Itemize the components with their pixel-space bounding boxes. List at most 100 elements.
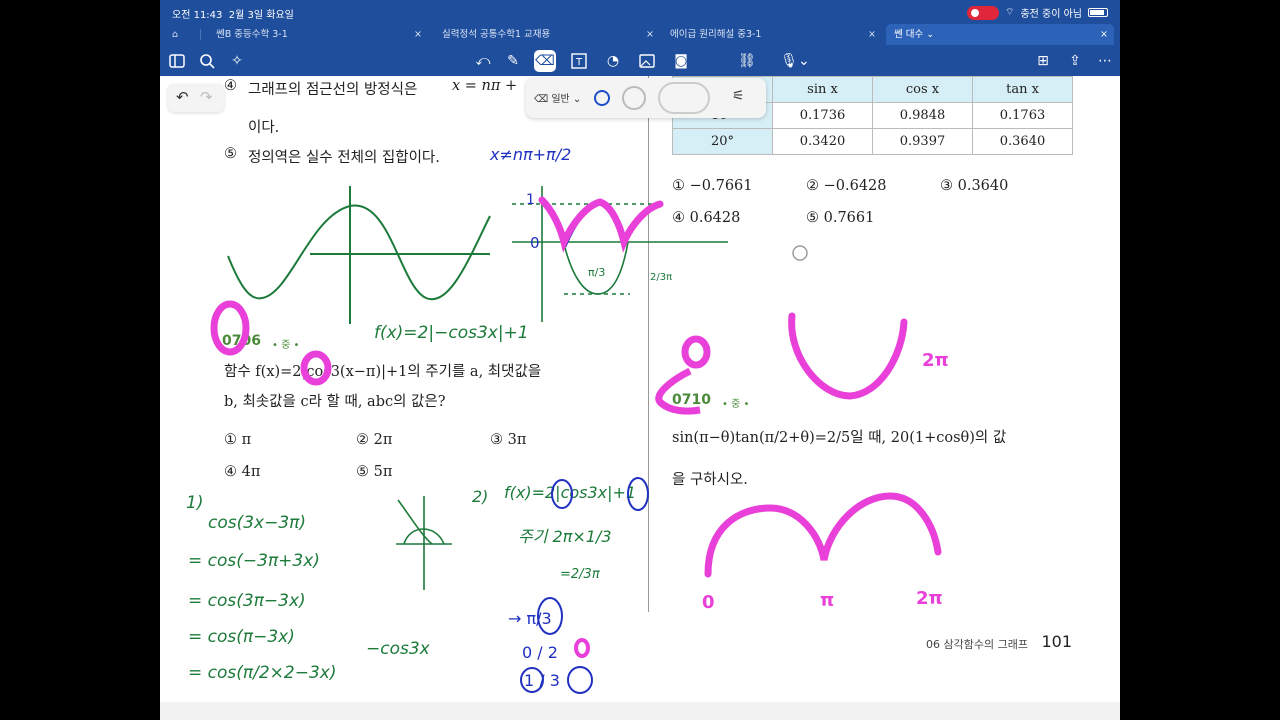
green-cosine-graph xyxy=(227,186,491,324)
toolbar: ✧ ⤺ ✎ ⌫ T ◔ ◙ ⛓ 🎙⌄ ⊞ ⇪ ⋯ xyxy=(160,45,1120,76)
ink-text: 2π xyxy=(916,588,943,609)
status-time-date: 오전 11:43 2월 3일 화요일 xyxy=(172,10,294,21)
pink-abs-graph xyxy=(538,196,664,253)
tab-bar: ⌂ 쎈B 중등수학 3-1 × 실력정석 공통수학1 교재용 × 에이급 원리해설 … xyxy=(160,24,1120,45)
size-medium-button[interactable] xyxy=(622,86,646,110)
question-text: b, 최솟값을 c라 할 때, abc의 값은? xyxy=(224,394,446,410)
add-page-icon[interactable]: ⊞ xyxy=(1032,50,1054,72)
ink-text: 2/3π xyxy=(650,272,672,283)
ink-text: 1) xyxy=(186,493,203,513)
more-icon[interactable]: ⋯ xyxy=(1094,50,1116,72)
pen-icon[interactable]: ✎ xyxy=(502,50,524,72)
ink-text: π xyxy=(820,590,834,611)
ink-text: = cos(π/2×2−3x) xyxy=(188,663,336,683)
ink-text: cos(3x−3π) xyxy=(208,513,306,533)
tab-1[interactable]: 실력정석 공통수학1 교재용 × xyxy=(434,24,660,45)
table-header-cell: sin x xyxy=(772,76,873,103)
link-icon[interactable]: ⛓ xyxy=(736,50,758,72)
pen-options-popup: ⌫ 일반 ⌄ ⚟ xyxy=(526,78,766,118)
ink-layer: 0 1 π/3 2/3π x≠nπ+π/2 f(x)=2|−cos3x|+1 2… xyxy=(186,145,949,694)
item5-text: 정의역은 실수 전체의 집합이다. xyxy=(248,150,440,166)
wifi-icon: ⌔ xyxy=(1005,7,1015,18)
camera-icon[interactable]: ◙ xyxy=(670,50,692,72)
choice-2: ② −0.6428 xyxy=(806,178,887,194)
question-text: 을 구하시오. xyxy=(672,472,748,488)
choice-5: ⑤ 0.7661 xyxy=(806,210,875,226)
choice-3: ③ 0.3640 xyxy=(940,178,1009,194)
ink-text: =2/3π xyxy=(560,567,600,582)
ink-text: x≠nπ+π/2 xyxy=(489,145,571,164)
close-icon[interactable]: × xyxy=(1100,24,1108,45)
table-row: 20° 0.3420 0.9397 0.3640 xyxy=(672,128,1073,155)
difficulty-badge: • 중 • xyxy=(722,399,750,410)
undo-icon[interactable]: ⤺ xyxy=(472,50,494,72)
mic-icon[interactable]: 🎙⌄ xyxy=(778,50,812,72)
ink-text: −cos3x xyxy=(366,639,431,659)
ink-text: 2) xyxy=(472,487,488,506)
share-icon[interactable]: ⇪ xyxy=(1064,50,1086,72)
ink-text: f(x)=2|cos3x|+1 xyxy=(504,483,636,502)
item4-text: 그래프의 점근선의 방정식은 xyxy=(248,82,418,98)
tab-2[interactable]: 에이급 원리해설 중3-1 × xyxy=(662,24,882,45)
column-divider xyxy=(648,76,649,612)
home-tab[interactable]: ⌂ xyxy=(164,24,194,45)
eraser-icon: ⌫ xyxy=(534,94,549,105)
document-page[interactable]: ④ 그래프의 점근선의 방정식은 x = nπ + 이다. ⑤ 정의역은 실수 … xyxy=(160,76,1120,702)
ink-text: = cos(3π−3x) xyxy=(188,591,306,611)
choice-5: ⑤ 5π xyxy=(356,464,393,480)
choice-1: ① π xyxy=(224,432,252,448)
absolute-cos-graph xyxy=(512,186,728,322)
undo-redo-panel: ↶ ↷ xyxy=(168,84,224,112)
chevron-down-icon: ⌄ xyxy=(926,29,935,40)
table-header-cell: tan x xyxy=(972,76,1073,103)
page-bottom xyxy=(160,702,1120,720)
choice-4: ④ 0.6428 xyxy=(672,210,741,226)
sparkle-icon[interactable]: ✧ xyxy=(226,50,248,72)
choice-3: ③ 3π xyxy=(490,432,527,448)
choice-4: ④ 4π xyxy=(224,464,261,480)
item4-equation: x = nπ + xyxy=(452,78,518,94)
eraser-icon[interactable]: ⌫ xyxy=(534,50,556,72)
close-icon[interactable]: × xyxy=(414,24,422,45)
ink-text: 0 / 2 xyxy=(522,643,558,662)
battery-icon xyxy=(1088,8,1108,17)
tab-3-active[interactable]: 쎈 대수 ⌄ × xyxy=(886,24,1114,45)
question-number: 0706 xyxy=(222,333,261,349)
size-large-button[interactable] xyxy=(658,82,710,114)
blue-abs-graph xyxy=(538,198,661,249)
textbox-icon[interactable]: T xyxy=(568,50,590,72)
question-text: sin(π−θ)tan(π/2+θ)=2/5일 때, 20(1+cosθ)의 값 xyxy=(672,430,1007,446)
ink-text: 주기 2π×1/3 xyxy=(518,527,612,546)
ink-text: 0 xyxy=(530,234,540,252)
recording-indicator[interactable] xyxy=(967,5,1000,20)
home-icon: ⌂ xyxy=(172,29,179,40)
green-sketch xyxy=(396,496,452,590)
shape-icon[interactable]: ◔ xyxy=(602,50,624,72)
difficulty-badge: • 중 • xyxy=(272,340,300,351)
pen-mode-dropdown[interactable]: ⌫ 일반 ⌄ xyxy=(534,90,581,105)
settings-sliders-icon[interactable]: ⚟ xyxy=(732,88,745,104)
ink-text: π/3 xyxy=(588,266,605,279)
ink-text: 0 xyxy=(702,592,715,613)
cursor-indicator xyxy=(792,245,808,261)
charging-status: 충전 중이 아님 xyxy=(1020,9,1082,20)
ink-text: → π/3 xyxy=(508,609,552,628)
redo-button[interactable]: ↷ xyxy=(200,88,213,106)
search-icon[interactable] xyxy=(196,50,218,72)
undo-button[interactable]: ↶ xyxy=(176,88,189,106)
tab-0[interactable]: 쎈B 중등수학 3-1 × xyxy=(208,24,428,45)
item4-marker: ④ xyxy=(224,78,237,94)
chapter-footer: 06 삼각함수의 그래프 xyxy=(926,638,1028,651)
choice-1: ① −0.7661 xyxy=(672,178,753,194)
item5-marker: ⑤ xyxy=(224,146,237,162)
question-number: 0710 xyxy=(672,392,711,408)
ink-text: 1 / 3 xyxy=(524,671,560,690)
status-bar: 오전 11:43 2월 3일 화요일 ⌔ 충전 중이 아님 xyxy=(160,0,1120,24)
size-small-button[interactable] xyxy=(594,90,610,106)
item4-end: 이다. xyxy=(248,120,280,136)
close-icon[interactable]: × xyxy=(868,24,876,45)
sidebar-icon[interactable] xyxy=(166,50,188,72)
page-number: 101 xyxy=(1041,632,1072,651)
close-icon[interactable]: × xyxy=(646,24,654,45)
image-icon[interactable] xyxy=(636,50,658,72)
